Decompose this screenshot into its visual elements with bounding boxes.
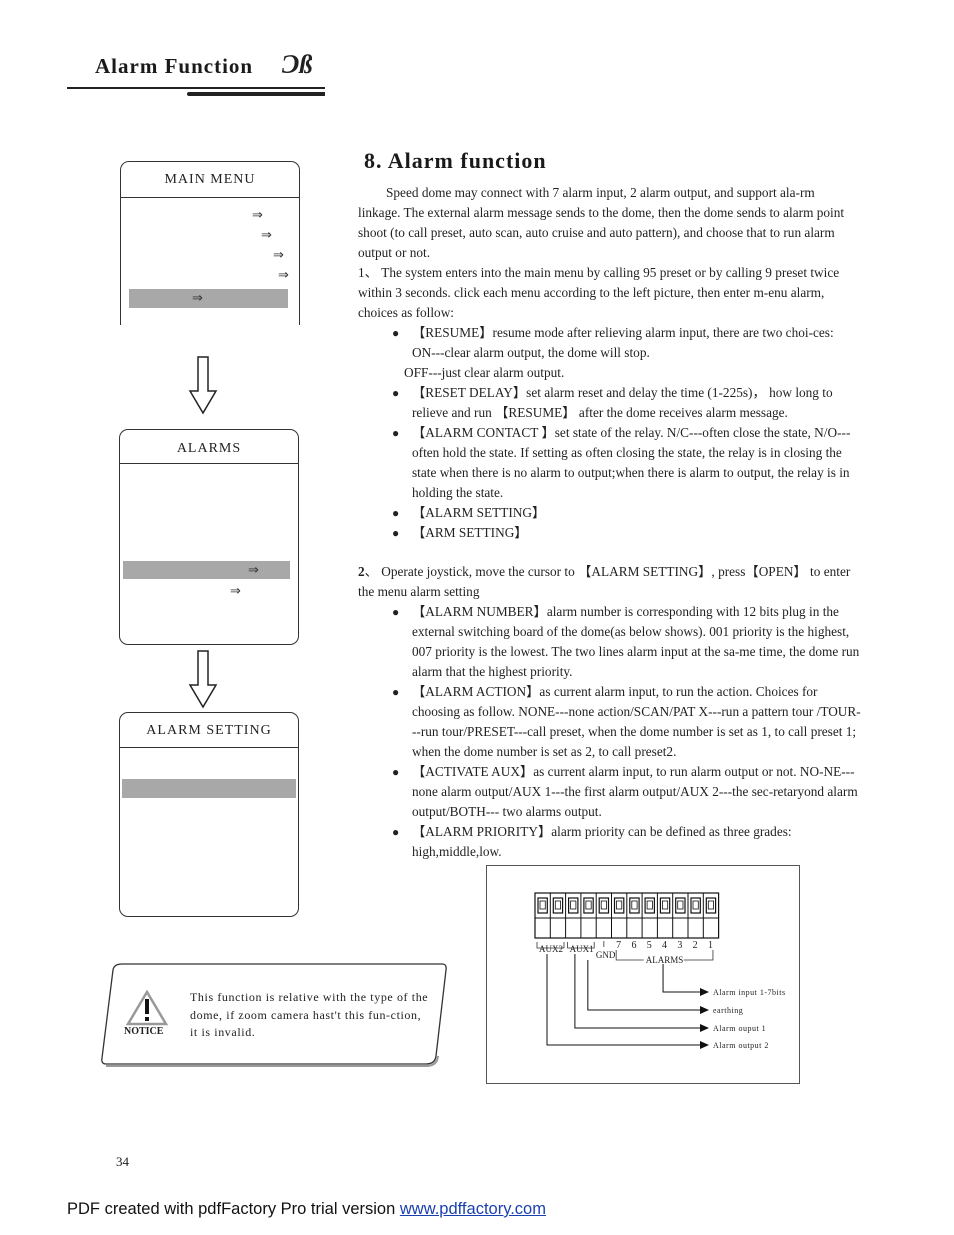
callout-arrow-icon xyxy=(700,1041,709,1049)
header-rule-thick xyxy=(187,92,325,96)
bullet-icon: ● xyxy=(392,685,400,699)
callout-line xyxy=(546,954,702,1046)
bullet-icon: ● xyxy=(392,526,400,540)
alarm-pin-number: 1 xyxy=(708,940,713,951)
alarm-setting-menu-title: ALARM SETTING xyxy=(146,723,272,738)
menu-item-5-arrow-icon[interactable]: ⇒ xyxy=(192,292,203,305)
terminal-screw xyxy=(583,897,594,914)
alarm-pin-number: 5 xyxy=(647,940,652,951)
callout-line xyxy=(574,954,702,1029)
warning-triangle-icon xyxy=(126,990,168,1026)
alarms-menu-panel: ALARMS ⇒ ⇒ xyxy=(119,429,299,645)
main-menu-panel: MAIN MENU ⇒ ⇒ ⇒ ⇒ ⇒ xyxy=(120,161,300,325)
bullet-text: 【ALARM NUMBER】alarm number is correspond… xyxy=(412,604,860,679)
terminal-screw xyxy=(552,897,564,914)
callout-arrow-icon xyxy=(700,988,709,996)
terminal-screw xyxy=(567,897,579,914)
step-1-paragraph: 1、 The system enters into the main menu … xyxy=(358,265,840,320)
page-number: 34 xyxy=(116,1154,129,1169)
callout-label: Alarm ouput 1 xyxy=(713,1024,766,1033)
menu-divider xyxy=(120,463,298,464)
alarm-pin-number: 3 xyxy=(677,940,682,951)
bullet-icon: ● xyxy=(392,386,400,400)
callout-line xyxy=(587,960,702,1011)
alarm-pin-number: 2 xyxy=(693,940,698,951)
callout-label: earthing xyxy=(713,1006,743,1015)
bullet-icon: ● xyxy=(392,825,400,839)
menu-item-2-arrow-icon[interactable]: ⇒ xyxy=(261,229,272,242)
aux1-label: AUX1 xyxy=(570,944,594,954)
intro-paragraph: Speed dome may connect with 7 alarm inpu… xyxy=(358,185,845,260)
bullet-text: 【RESET DELAY】set alarm reset and delay t… xyxy=(412,385,833,420)
alarms-menu-title: ALARMS xyxy=(176,441,242,456)
alarms-item-2-arrow-icon[interactable]: ⇒ xyxy=(230,585,241,598)
alarms-item-1-arrow-icon[interactable]: ⇒ xyxy=(248,564,259,577)
bullet-text: 【ALARM PRIORITY】alarm priority can be de… xyxy=(412,824,792,859)
callout-label: Alarm output 2 xyxy=(713,1041,769,1050)
alarms-item-highlighted[interactable] xyxy=(123,561,290,579)
chapter-header-title: Alarm Function xyxy=(95,54,254,78)
footer-watermark: PDF created with pdfFactory Pro trial ve… xyxy=(67,1200,546,1219)
bullet-text: 【ACTIVATE AUX】as current alarm input, to… xyxy=(412,764,858,819)
terminal-screw xyxy=(690,897,701,914)
terminal-screw xyxy=(537,897,548,914)
bullet-text: 【RESUME】resume mode after relieving alar… xyxy=(412,325,834,360)
bullet-text: 【ARM SETTING】 xyxy=(412,525,528,540)
notice-text: This function is relative with the type … xyxy=(190,990,429,1039)
bullet-text: 【ALARM CONTACT 】set state of the relay. … xyxy=(412,425,851,500)
terminal-screw xyxy=(675,897,686,914)
callout-line xyxy=(662,964,702,993)
callout-arrow-icon xyxy=(700,1006,709,1014)
alarm-pin-number: 4 xyxy=(662,940,667,951)
alarm-setting-menu-panel: ALARM SETTING xyxy=(119,712,299,917)
alarms-label: ALARMS xyxy=(646,955,684,965)
callout-arrow-icon xyxy=(700,1024,709,1032)
menu-divider xyxy=(120,747,298,748)
menu-item-4-arrow-icon[interactable]: ⇒ xyxy=(278,269,289,282)
step-2-paragraph: 2、 Operate joystick, move the cursor to … xyxy=(358,562,858,602)
bullet-icon: ● xyxy=(392,765,400,779)
bullet-resume: ● 【RESUME】resume mode after relieving al… xyxy=(392,323,862,383)
brand-logo-icon: Ɔß xyxy=(282,50,313,79)
aux2-label: AUX2 xyxy=(539,944,563,954)
terminal-screw xyxy=(659,897,671,914)
alarm-pin-number: 7 xyxy=(616,940,621,951)
connector-diagram: AUX2 AUX1 GND 7 6 5 4 3 2 1 ALARMS Alarm input 1-7b… xyxy=(486,865,800,1084)
section-title: 8. Alarm function xyxy=(364,148,547,173)
terminal-screw xyxy=(613,897,625,914)
terminal-screw xyxy=(598,897,610,914)
notice-label: NOTICE xyxy=(124,1026,164,1037)
header-rule xyxy=(67,87,325,89)
gnd-label: GND xyxy=(596,950,616,960)
bullet-text: 【ALARM ACTION】as current alarm input, to… xyxy=(412,684,861,759)
callout-label: Alarm input 1-7bits xyxy=(713,988,786,997)
bullet-icon: ● xyxy=(392,426,400,440)
bullet-icon: ● xyxy=(392,326,400,340)
step-2-text: 、 Operate joystick, move the cursor to 【… xyxy=(358,564,851,599)
bullet-text-extra: OFF---just clear alarm output. xyxy=(404,365,565,380)
connector-diagram-svg: AUX2 AUX1GND7 6 5 4 3 2 1 ALARMS Alarm input 1-7b… xyxy=(534,892,786,1050)
menu-item-1-arrow-icon[interactable]: ⇒ xyxy=(252,209,263,222)
terminal-screw xyxy=(629,897,640,914)
menu-item-highlighted[interactable] xyxy=(129,289,288,308)
alarm-pin-number: 6 xyxy=(631,940,636,951)
terminal-screw xyxy=(705,897,717,914)
menu-item-3-arrow-icon[interactable]: ⇒ xyxy=(273,249,284,262)
bullet-icon: ● xyxy=(392,605,400,619)
alarm-setting-item-highlighted[interactable] xyxy=(122,779,296,798)
bullet-icon: ● xyxy=(392,506,400,520)
main-menu-title: MAIN MENU xyxy=(164,172,256,187)
bullet-text: 【ALARM SETTING】 xyxy=(412,505,546,520)
footer-link[interactable]: www.pdffactory.com xyxy=(400,1200,546,1218)
down-arrow-icon xyxy=(188,650,218,709)
down-arrow-icon xyxy=(188,356,218,415)
step-2-number: 2 xyxy=(358,564,365,579)
terminal-screw xyxy=(644,897,656,914)
footer-text: PDF created with pdfFactory Pro trial ve… xyxy=(67,1200,400,1218)
menu-divider xyxy=(121,197,299,198)
